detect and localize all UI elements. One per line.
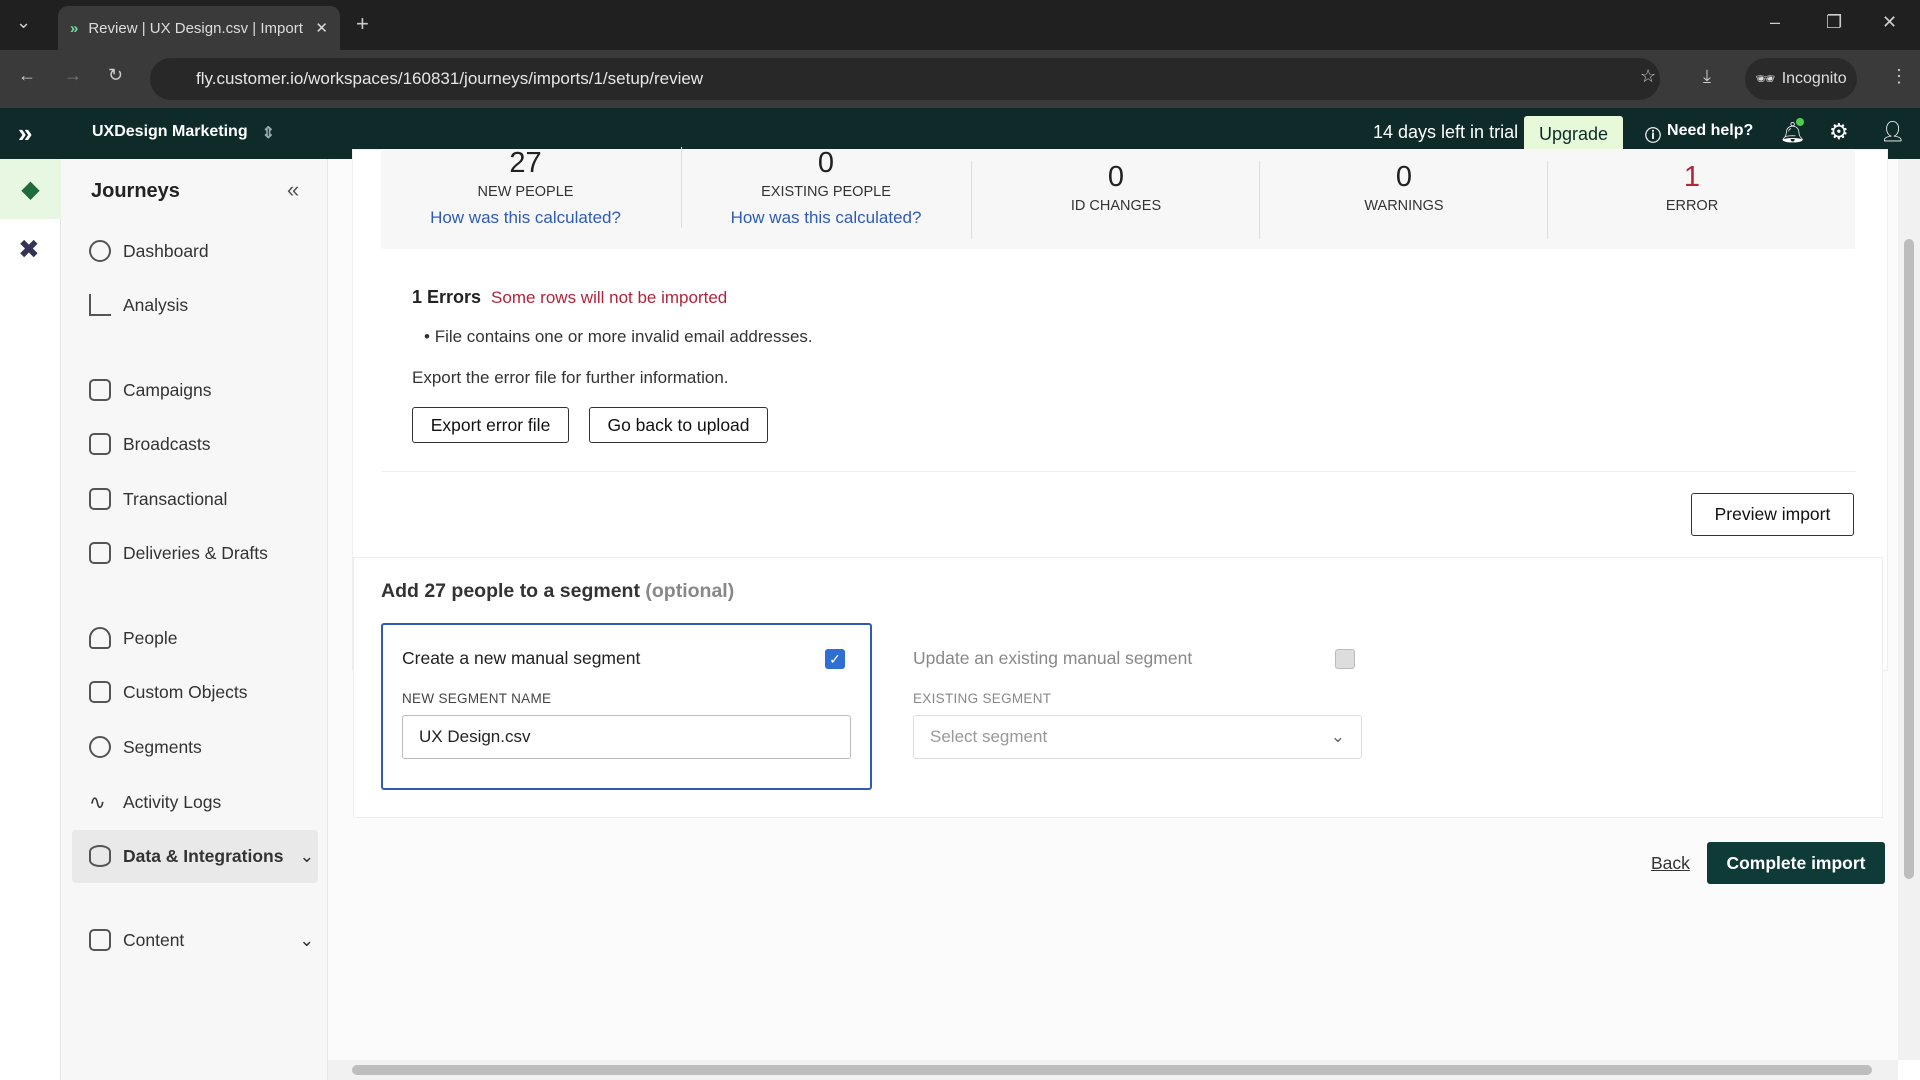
export-error-file-button[interactable]: Export error file	[412, 407, 569, 443]
sidebar-item-deliveries[interactable]: Deliveries & Drafts	[89, 542, 268, 564]
trial-text: 14 days left in trial	[1373, 122, 1519, 142]
browser-menu-icon[interactable]: ⋮	[1890, 66, 1908, 87]
sidebar: Journeys « Dashboard Analysis Campaigns …	[61, 159, 328, 1080]
sidebar-item-custom-objects[interactable]: Custom Objects	[89, 681, 247, 703]
reload-icon[interactable]: ↻	[108, 65, 123, 86]
help-icon: ⓘ	[1645, 128, 1662, 145]
favicon-icon: »	[70, 19, 79, 37]
chevron-down-icon: ⌄	[1330, 727, 1345, 746]
scroll-thumb[interactable]	[1904, 239, 1914, 879]
browser-tab[interactable]: » Review | UX Design.csv | Import ✕	[58, 6, 340, 50]
errors-heading: 1 Errors Some rows will not be imported	[412, 287, 728, 307]
chevron-down-icon: ⌄	[299, 929, 314, 950]
new-segment-checkbox[interactable]: ✓	[825, 649, 845, 669]
minimize-icon[interactable]: –	[1770, 12, 1780, 33]
terminal-icon	[89, 488, 111, 510]
restore-icon[interactable]: ❐	[1826, 12, 1842, 33]
collapse-sidebar-icon[interactable]: «	[287, 177, 299, 203]
chevron-updown-icon: ⇕	[261, 125, 275, 142]
logo-icon[interactable]: »	[18, 118, 32, 149]
download-icon[interactable]: ⤓	[1703, 66, 1711, 87]
segment-title: Add 27 people to a segment (optional)	[381, 580, 735, 602]
sidebar-title: Journeys	[91, 180, 180, 202]
main-content: 27 NEW PEOPLE How was this calculated? 0 EX…	[328, 147, 1898, 1060]
upgrade-button[interactable]: Upgrade	[1524, 116, 1623, 152]
integrations-app-icon[interactable]: ✖	[18, 234, 40, 265]
horizontal-scrollbar[interactable]	[328, 1060, 1898, 1080]
campaigns-icon	[89, 379, 111, 401]
incognito-badge[interactable]: 🕶 Incognito	[1745, 58, 1857, 100]
person-icon	[89, 627, 111, 649]
workspace-switcher[interactable]: UXDesign Marketing ⇕	[92, 123, 275, 143]
scroll-thumb[interactable]	[352, 1065, 1872, 1075]
url-field[interactable]: fly.customer.io/workspaces/160831/journe…	[150, 58, 1660, 100]
sidebar-item-dashboard[interactable]: Dashboard	[89, 240, 209, 262]
sidebar-item-activity-logs[interactable]: ∿ Activity Logs	[89, 790, 221, 815]
back-link[interactable]: Back	[1651, 853, 1690, 874]
chevron-down-icon: ⌄	[299, 845, 315, 866]
forward-icon[interactable]: →	[64, 65, 82, 86]
activity-pulse-icon: ∿	[89, 792, 106, 814]
journeys-app-icon[interactable]: ◆	[0, 159, 61, 219]
close-window-icon[interactable]: ✕	[1882, 12, 1897, 33]
new-segment-name-input[interactable]: UX Design.csv	[402, 715, 851, 759]
stat-existing-people: 0 EXISTING PEOPLE How was this calculated?	[681, 147, 970, 228]
database-icon	[89, 845, 111, 867]
divider	[382, 471, 1856, 472]
go-back-to-upload-button[interactable]: Go back to upload	[589, 407, 768, 443]
back-icon[interactable]: ←	[18, 65, 36, 86]
close-tab-icon[interactable]: ✕	[315, 19, 328, 37]
segments-icon	[89, 736, 111, 758]
complete-import-button[interactable]: Complete import	[1707, 842, 1885, 884]
cube-icon	[89, 681, 111, 703]
bookmark-star-icon[interactable]: ☆	[1640, 66, 1656, 87]
tab-search-icon[interactable]: ⌄	[16, 12, 31, 33]
sidebar-item-data-integrations[interactable]: Data & Integrations ⌄	[89, 845, 314, 867]
need-help-button[interactable]: ⓘ Need help?	[1645, 122, 1753, 146]
sidebar-item-campaigns[interactable]: Campaigns	[89, 379, 212, 401]
new-segment-card[interactable]: Create a new manual segment ✓ NEW SEGMEN…	[381, 623, 872, 790]
errors-note: Export the error file for further inform…	[412, 368, 729, 387]
settings-gear-icon[interactable]: ⚙	[1829, 119, 1849, 145]
sidebar-item-analysis[interactable]: Analysis	[89, 294, 188, 316]
how-calculated-link[interactable]: How was this calculated?	[381, 208, 670, 228]
sidebar-item-segments[interactable]: Segments	[89, 736, 202, 758]
stat-id-changes: 0 ID CHANGES	[971, 161, 1260, 239]
existing-segment-select[interactable]: Select segment ⌄	[913, 715, 1362, 759]
vertical-scrollbar[interactable]	[1898, 159, 1920, 1060]
user-profile-icon[interactable]: 👤︎	[1880, 119, 1905, 144]
dashboard-icon	[89, 240, 111, 262]
incognito-icon: 🕶	[1755, 71, 1776, 88]
preview-import-button[interactable]: Preview import	[1691, 493, 1854, 536]
stat-new-people: 27 NEW PEOPLE How was this calculated?	[381, 147, 670, 228]
stats-row: 27 NEW PEOPLE How was this calculated? 0 EX…	[381, 147, 1855, 249]
bar-chart-icon	[89, 294, 111, 316]
browser-tab-bar: ⌄ » Review | UX Design.csv | Import ✕ + …	[0, 0, 1920, 50]
error-bullet: • File contains one or more invalid emai…	[424, 327, 813, 346]
existing-segment-card: Update an existing manual segment EXISTI…	[913, 623, 1362, 790]
sidebar-item-broadcasts[interactable]: Broadcasts	[89, 433, 211, 455]
megaphone-icon	[89, 433, 111, 455]
inbox-icon	[89, 542, 111, 564]
existing-segment-checkbox[interactable]	[1335, 649, 1355, 669]
sidebar-item-people[interactable]: People	[89, 627, 178, 649]
how-calculated-link[interactable]: How was this calculated?	[682, 208, 970, 228]
stat-errors: 1 ERROR	[1547, 161, 1836, 239]
table-icon	[89, 929, 111, 951]
app-rail: ◆ ✖	[0, 159, 61, 1080]
sidebar-item-transactional[interactable]: Transactional	[89, 488, 227, 510]
sidebar-item-content[interactable]: Content ⌄	[89, 929, 314, 951]
new-tab-icon[interactable]: +	[356, 11, 369, 37]
notification-dot	[1796, 118, 1804, 126]
stat-warnings: 0 WARNINGS	[1259, 161, 1548, 239]
